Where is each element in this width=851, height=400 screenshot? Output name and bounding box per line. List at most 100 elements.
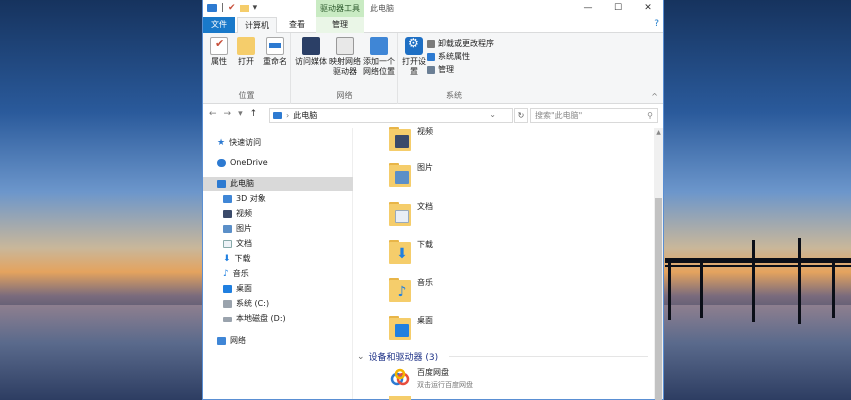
picture-folder-icon [389, 161, 411, 187]
back-arrow-icon[interactable]: ← [209, 109, 217, 119]
desktop-icon [223, 285, 232, 293]
window-controls: — ☐ ✕ [573, 0, 663, 17]
tab-computer[interactable]: 计算机 [237, 17, 277, 34]
nav-buttons: ← → ▾ ↑ [209, 109, 257, 119]
address-input[interactable]: › 此电脑 ⌄ [269, 108, 513, 123]
pier-post [832, 258, 835, 318]
add-location-label: 添加一个网络位置 [363, 57, 395, 76]
map-drive-label: 映射网络驱动器 [329, 57, 361, 76]
folder-item-desktop[interactable]: 桌面 [389, 313, 509, 341]
device-item-baidu[interactable]: 百度网盘 双击运行百度网盘 [389, 367, 473, 390]
folder-item-documents[interactable]: 文档 [389, 199, 509, 227]
wallpaper-pier-rail [665, 265, 851, 267]
download-folder-icon: ⬇ [389, 238, 411, 264]
access-media-label: 访问媒体 [295, 57, 327, 66]
ribbon: ✔ 属性 打开 重命名 位置 访问媒体 映射网络驱动器 添加一个网络位置 网络 … [203, 33, 663, 104]
nav-item-desktop[interactable]: 桌面 [203, 282, 353, 296]
nav-label: 桌面 [236, 284, 252, 293]
wallpaper-pier [665, 258, 851, 263]
document-folder-icon [389, 200, 411, 226]
tab-file[interactable]: 文件 [203, 17, 235, 33]
manage-button[interactable]: 管理 [427, 64, 454, 76]
up-arrow-icon[interactable]: ↑ [250, 109, 258, 119]
refresh-button[interactable]: ↻ [514, 108, 528, 123]
nav-item-quick-access[interactable]: ★ 快速访问 [203, 136, 353, 150]
nav-label: 文档 [236, 239, 252, 248]
cloud-icon [217, 159, 226, 167]
desktop-folder-icon [389, 314, 411, 340]
scroll-up-icon[interactable]: ▲ [654, 128, 663, 137]
folder-qat-icon[interactable] [239, 4, 249, 12]
open-folder-icon [237, 37, 255, 55]
nav-item-downloads[interactable]: ⬇ 下载 [203, 252, 353, 266]
nav-item-drive-d[interactable]: 本地磁盘 (D:) [203, 312, 353, 326]
vertical-scrollbar[interactable]: ▲ [654, 128, 663, 400]
title-bar: | ✔ ▾ 驱动器工具 此电脑 — ☐ ✕ [203, 0, 663, 17]
music-note-icon: ♪ [223, 269, 229, 279]
breadcrumb-this-pc[interactable]: 此电脑 [293, 110, 317, 121]
system-properties-button[interactable]: 系统属性 [427, 51, 470, 63]
folder-item-music[interactable]: ♪ 音乐 [389, 275, 509, 303]
tab-manage[interactable]: 管理 [316, 17, 364, 33]
nav-item-documents[interactable]: 文档 [203, 237, 353, 251]
nav-label: 3D 对象 [236, 194, 266, 203]
nav-item-onedrive[interactable]: OneDrive [203, 156, 353, 170]
folder-item-pictures[interactable]: 图片 [389, 160, 509, 188]
folder-item-videos[interactable]: 视频 [389, 124, 509, 152]
folder-label: 音乐 [417, 278, 433, 287]
nav-item-pictures[interactable]: 图片 [203, 222, 353, 236]
devices-section-title: 设备和驱动器 (3) [368, 353, 439, 363]
nav-label: 此电脑 [230, 179, 254, 188]
maximize-button[interactable]: ☐ [603, 0, 633, 17]
open-button[interactable]: 打开 [233, 37, 259, 67]
tab-view[interactable]: 查看 [279, 17, 315, 33]
rename-button[interactable]: 重命名 [260, 37, 290, 67]
breadcrumb-chevron-icon[interactable]: › [286, 111, 289, 120]
properties-qat-icon[interactable]: ✔ [228, 3, 236, 13]
open-settings-button[interactable]: ⚙ 打开设置 [401, 37, 427, 77]
nav-item-music[interactable]: ♪ 音乐 [203, 267, 353, 281]
nav-label: 视频 [236, 209, 252, 218]
devices-section-header[interactable]: ⌄ 设备和驱动器 (3) [357, 350, 439, 364]
address-dropdown-icon[interactable]: ⌄ [489, 110, 496, 119]
document-icon [223, 240, 232, 248]
uninstall-button[interactable]: 卸载或更改程序 [427, 38, 494, 50]
access-media-button[interactable]: 访问媒体 [294, 37, 328, 67]
close-button[interactable]: ✕ [633, 0, 663, 17]
ribbon-group-label: 网络 [336, 91, 353, 100]
search-input[interactable]: 搜索"此电脑" ⚲ [530, 108, 658, 123]
search-icon: ⚲ [647, 111, 653, 120]
forward-arrow-icon[interactable]: → [224, 109, 232, 119]
properties-button[interactable]: ✔ 属性 [206, 37, 232, 67]
film-icon [223, 210, 232, 218]
add-network-location-button[interactable]: 添加一个网络位置 [362, 37, 396, 77]
next-device-icon [389, 396, 411, 400]
recent-dropdown-icon[interactable]: ▾ [238, 109, 243, 119]
folder-item-downloads[interactable]: ⬇ 下载 [389, 237, 509, 265]
minimize-button[interactable]: — [573, 0, 603, 17]
content-pane: 视频 图片 文档 ⬇ 下载 ♪ 音乐 桌面 ⌄ 设备和驱动器 (3) 百度网盘 … [353, 127, 654, 400]
nav-label: 快速访问 [229, 138, 262, 147]
qat-dropdown-icon[interactable]: ▾ [253, 3, 258, 13]
explorer-body: ★ 快速访问 OneDrive 此电脑 3D 对象 视频 图片 文档 ⬇ 下载 … [203, 127, 663, 400]
computer-icon [207, 4, 217, 12]
pier-post [752, 240, 755, 322]
map-network-drive-button[interactable]: 映射网络驱动器 [328, 37, 362, 77]
drive-tools-context-label: 驱动器工具 [316, 0, 364, 17]
nav-item-network[interactable]: 网络 [203, 334, 353, 348]
file-explorer-window: | ✔ ▾ 驱动器工具 此电脑 — ☐ ✕ 文件 计算机 查看 管理 ? ✔ 属… [202, 0, 664, 400]
qat-separator: | [221, 3, 225, 13]
ribbon-tabs: 文件 计算机 查看 管理 ? [203, 17, 663, 34]
help-icon[interactable]: ? [654, 19, 659, 29]
picture-icon [223, 225, 232, 233]
rename-label: 重命名 [263, 57, 287, 66]
collapse-ribbon-icon[interactable]: ^ [651, 92, 658, 101]
nav-label: 下载 [234, 254, 251, 263]
scroll-thumb[interactable] [655, 198, 662, 400]
open-label: 打开 [238, 57, 254, 66]
nav-item-drive-c[interactable]: 系统 (C:) [203, 297, 353, 311]
nav-item-videos[interactable]: 视频 [203, 207, 353, 221]
nav-item-this-pc[interactable]: 此电脑 [203, 177, 353, 191]
pier-post [798, 238, 801, 324]
nav-item-3d-objects[interactable]: 3D 对象 [203, 192, 353, 206]
